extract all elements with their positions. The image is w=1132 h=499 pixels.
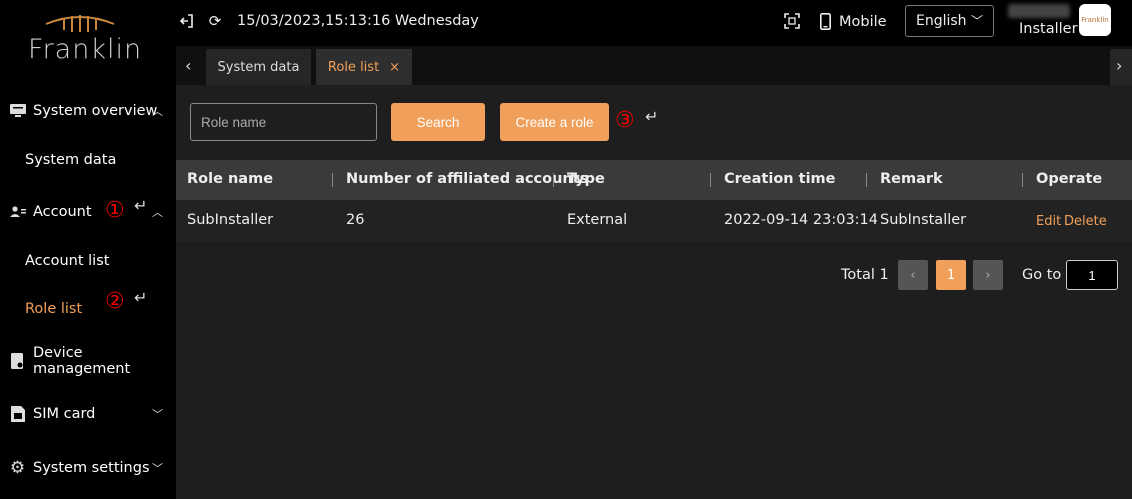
annotation-marker-1: ① [105,198,125,223]
language-value: English [916,13,967,29]
create-role-button[interactable]: Create a role [500,103,609,141]
avatar-logo: Franklin [1081,16,1109,24]
fullscreen-icon[interactable] [783,12,801,30]
table-row: SubInstaller 26 External 2022-09-14 23:0… [176,200,1132,242]
column-header-accounts[interactable]: Number of affiliated accounts [346,171,588,187]
tab-label: Role list [327,59,380,75]
device-icon [9,353,26,370]
column-divider [332,173,333,187]
users-icon [9,204,26,221]
mobile-toggle[interactable]: Mobile [820,13,887,30]
franklin-logo: Franklin [28,10,141,70]
goto-page-input[interactable] [1066,260,1118,290]
column-header-operate: Operate [1036,171,1103,187]
return-arrow-icon: ↵ [134,196,148,215]
logout-icon[interactable] [178,12,196,30]
user-role: Installer [1019,21,1078,37]
tab-bar: ‹ System data Role list × › [176,46,1132,85]
chevron-down-icon[interactable]: ﹀ [152,460,163,476]
annotation-marker-2: ② [105,289,125,314]
column-divider [1022,173,1023,187]
close-icon[interactable]: × [389,60,400,75]
sidebar: Franklin System overview ︿ System data A… [0,0,176,499]
current-datetime: 15/03/2023,15:13:16 Wednesday [237,13,479,29]
cell-remark: SubInstaller [880,212,967,228]
monitor-icon [9,103,26,120]
language-select[interactable]: English ﹀ [905,5,994,37]
sidebar-item-label: System settings [33,460,150,476]
mobile-phone-icon [820,13,831,30]
cell-creation-time: 2022-09-14 23:03:14 [724,212,878,228]
logo-text: Franklin [28,34,143,65]
sidebar-item-device-management[interactable]: Device management [0,345,176,377]
column-header-type[interactable]: Type [567,171,605,187]
sidebar-item-label: System overview [33,103,158,119]
next-page-button[interactable]: › [973,260,1003,290]
sidebar-item-label: SIM card [33,406,96,422]
cell-role-name: SubInstaller [187,212,274,228]
annotation-marker-3: ③ [615,108,635,133]
goto-label: Go to [1022,267,1062,283]
username-redacted [1008,4,1070,18]
edit-link[interactable]: Edit [1036,214,1061,229]
cell-accounts: 26 [346,212,365,228]
role-name-input[interactable] [190,103,377,141]
sidebar-item-system-settings[interactable]: ⚙ System settings ﹀ [0,453,176,483]
sidebar-item-role-list[interactable]: Role list [25,301,82,317]
tab-system-data[interactable]: System data [206,49,311,85]
sidebar-item-account[interactable]: Account ︿ [0,197,176,227]
column-header-role-name[interactable]: Role name [187,171,273,187]
avatar[interactable]: Franklin [1079,4,1111,36]
tab-role-list[interactable]: Role list × [316,49,412,85]
column-divider [866,173,867,187]
tab-label: System data [217,59,300,75]
chevron-down-icon: ﹀ [970,14,983,28]
return-arrow-icon: ↵ [645,107,659,126]
sim-card-icon [9,406,26,423]
cell-type: External [567,212,628,228]
refresh-icon[interactable]: ⟳ [206,12,224,30]
sidebar-item-sim-card[interactable]: SIM card ﹀ [0,399,176,429]
tab-scroll-right[interactable]: › [1110,49,1132,85]
return-arrow-icon: ↵ [134,288,148,307]
sidebar-item-label: Device management [33,345,131,377]
table-header: Role name Number of affiliated accounts … [176,160,1132,200]
search-button[interactable]: Search [391,103,485,141]
top-bar: ⟳ 15/03/2023,15:13:16 Wednesday Mobile E… [176,0,1132,46]
delete-link[interactable]: Delete [1064,214,1107,229]
sidebar-item-label: Account [33,204,92,220]
mobile-label: Mobile [839,13,887,30]
gear-icon: ⚙ [9,458,26,478]
column-divider [553,173,554,187]
sidebar-item-system-data[interactable]: System data [25,152,116,168]
chevron-down-icon[interactable]: ﹀ [152,406,163,422]
prev-page-button[interactable]: ‹ [898,260,928,290]
sidebar-item-account-list[interactable]: Account list [25,253,109,269]
page-button-current[interactable]: 1 [936,260,966,290]
chevron-right-icon: › [1116,56,1123,75]
column-divider [710,173,711,187]
column-header-remark[interactable]: Remark [880,171,943,187]
sidebar-item-system-overview[interactable]: System overview ︿ [0,96,176,126]
pagination-total: Total 1 [841,267,889,283]
chevron-up-icon[interactable]: ︿ [152,103,163,119]
main-content: Search Create a role ③ ↵ Role name Numbe… [176,85,1132,499]
chevron-up-icon[interactable]: ︿ [152,204,163,220]
chevron-left-icon[interactable]: ‹ [185,56,191,75]
column-header-creation-time[interactable]: Creation time [724,171,836,187]
